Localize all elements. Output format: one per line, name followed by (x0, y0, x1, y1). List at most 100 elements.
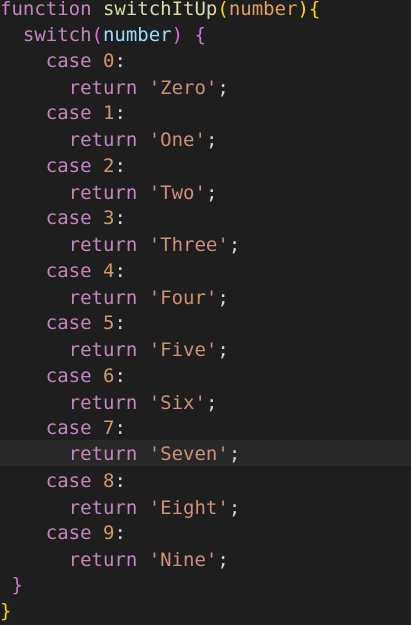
semicolon: ; (205, 182, 218, 204)
code-line-return[interactable]: return 'Five'; (0, 337, 411, 363)
return-string: 'Three' (148, 234, 229, 256)
keyword-case: case (45, 50, 92, 72)
close-paren: ) (171, 24, 184, 46)
code-line-return-current[interactable]: return 'Seven'; (0, 440, 411, 466)
semicolon: ; (205, 392, 218, 414)
case-number: 9 (102, 522, 115, 544)
keyword-return: return (68, 549, 138, 571)
keyword-return: return (68, 497, 138, 519)
keyword-return: return (68, 182, 138, 204)
semicolon: ; (217, 77, 229, 99)
code-line-return[interactable]: return 'Four'; (0, 285, 411, 311)
case-number: 3 (102, 207, 115, 229)
code-line-return[interactable]: return 'Zero'; (0, 75, 411, 101)
colon: : (114, 417, 126, 439)
code-line-return[interactable]: return 'Two'; (0, 180, 411, 206)
code-line-case[interactable]: case 2: (0, 153, 411, 179)
keyword-return: return (68, 443, 138, 465)
function-name: switchItUp (102, 0, 218, 20)
case-number: 7 (102, 417, 115, 439)
code-line-return[interactable]: return 'Nine'; (0, 547, 411, 573)
code-line-return[interactable]: return 'One'; (0, 127, 411, 153)
keyword-case: case (45, 312, 92, 334)
return-string: 'Two' (148, 182, 206, 204)
case-number: 2 (102, 155, 115, 177)
return-string: 'Five' (148, 339, 218, 361)
keyword-return: return (68, 234, 138, 256)
close-brace: } (11, 574, 23, 596)
parameter-number: number (228, 0, 298, 20)
code-line-return[interactable]: return 'Eight'; (0, 495, 411, 521)
colon: : (114, 365, 126, 387)
case-number: 4 (102, 260, 115, 282)
keyword-case: case (45, 417, 92, 439)
case-number: 8 (102, 470, 115, 492)
keyword-return: return (68, 287, 138, 309)
keyword-switch: switch (22, 24, 92, 46)
switch-argument: number (102, 24, 172, 46)
code-line-switch-close[interactable]: } (0, 572, 411, 598)
code-line-return[interactable]: return 'Six'; (0, 390, 411, 416)
open-brace: { (308, 0, 321, 20)
semicolon: ; (217, 339, 229, 361)
open-paren: ( (217, 0, 229, 20)
code-line-case[interactable]: case 5: (0, 310, 411, 336)
colon: : (114, 102, 126, 124)
code-line-case[interactable]: case 3: (0, 205, 411, 231)
code-line-function-declaration[interactable]: function switchItUp(number){ (0, 0, 411, 22)
return-string: 'Six' (148, 392, 206, 414)
code-line-case[interactable]: case 6: (0, 363, 411, 389)
keyword-case: case (45, 365, 92, 387)
code-line-case[interactable]: case 8: (0, 468, 411, 494)
colon: : (114, 155, 126, 177)
case-number: 6 (102, 365, 115, 387)
return-string: 'Eight' (148, 497, 229, 519)
keyword-return: return (68, 339, 138, 361)
code-line-case[interactable]: case 9: (0, 520, 411, 546)
code-line-case[interactable]: case 1: (0, 100, 411, 126)
code-line-case[interactable]: case 4: (0, 258, 411, 284)
semicolon: ; (228, 497, 241, 519)
semicolon: ; (217, 287, 229, 309)
keyword-case: case (45, 207, 92, 229)
keyword-case: case (45, 470, 92, 492)
code-editor[interactable]: function switchItUp(number){ switch(numb… (0, 0, 411, 625)
keyword-return: return (68, 129, 138, 151)
keyword-return: return (68, 77, 138, 99)
close-brace: } (0, 600, 12, 622)
code-line-case[interactable]: case 0: (0, 48, 411, 74)
code-line-switch[interactable]: switch(number) { (0, 22, 411, 48)
return-string: 'Nine' (148, 549, 218, 571)
keyword-case: case (45, 260, 92, 282)
keyword-case: case (45, 155, 92, 177)
code-line-function-close[interactable]: } (0, 598, 411, 624)
open-paren: ( (91, 24, 103, 46)
code-line-return[interactable]: return 'Three'; (0, 232, 411, 258)
keyword-return: return (68, 392, 138, 414)
colon: : (114, 312, 126, 334)
code-line-case[interactable]: case 7: (0, 415, 411, 441)
keyword-case: case (45, 522, 92, 544)
colon: : (114, 522, 126, 544)
